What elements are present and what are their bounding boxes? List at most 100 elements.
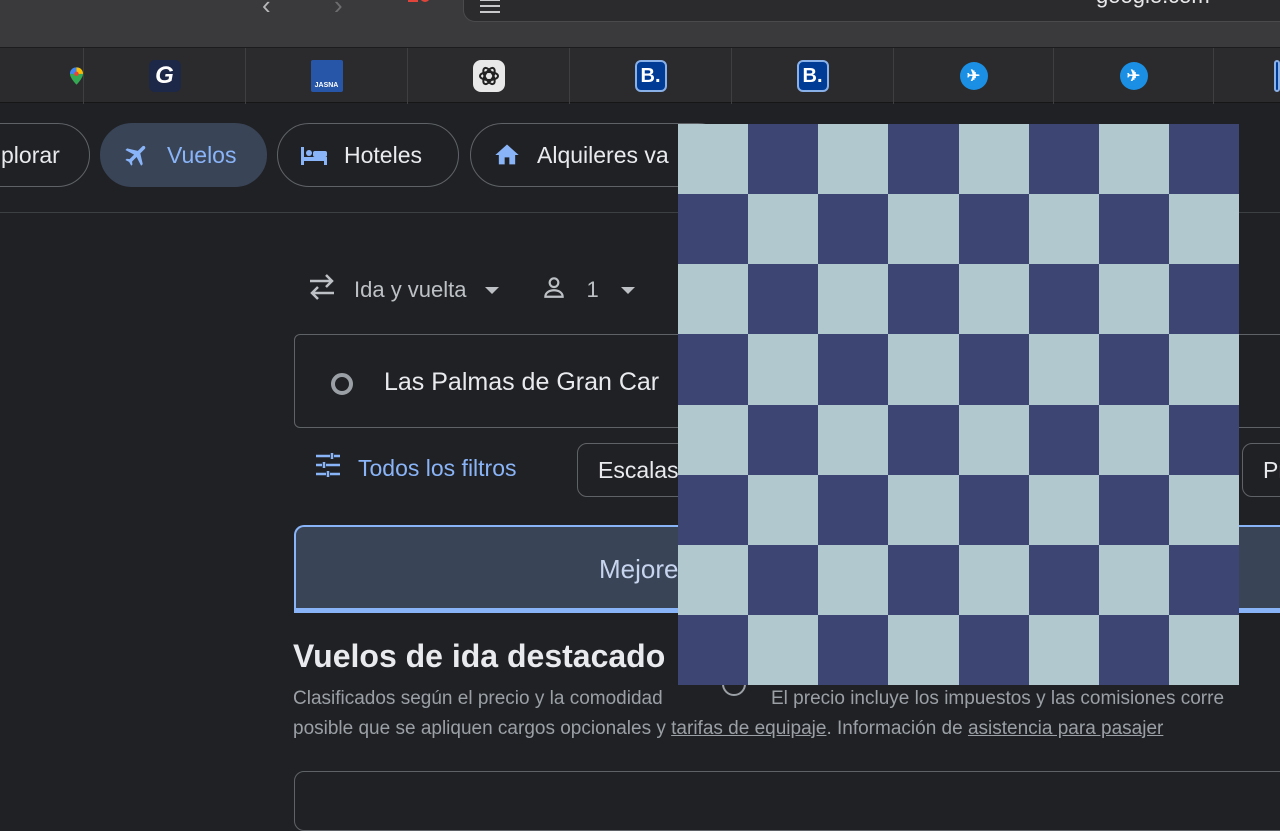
origin-value: Las Palmas de Gran Car [384,368,660,396]
all-filters-label: Todos los filtros [358,454,517,481]
checker-cell [888,614,959,685]
address-bar[interactable]: google.com [463,0,1280,22]
checker-cell [748,264,819,335]
passengers-select[interactable]: 1 [587,277,599,303]
extension-icon[interactable] [404,0,436,12]
checker-cell [818,124,889,195]
bookmark-jasna[interactable]: JASNA [245,48,407,104]
chevron-down-icon [484,286,499,294]
grammarly-icon: G [148,60,181,92]
checker-cell [1028,194,1099,265]
checker-cell [1028,404,1099,475]
bookmark-flights-2[interactable]: ✈ [1053,48,1213,104]
airplane-icon [121,139,153,171]
bookmark-flights-1[interactable]: ✈ [893,48,1053,104]
checker-cell [1098,474,1169,545]
url-text: google.com [1096,0,1210,9]
checker-cell [678,124,749,195]
bookmark-google-maps[interactable] [0,48,83,104]
checker-cell [678,614,749,685]
checker-cell [818,614,889,685]
checker-cell [1028,544,1099,615]
checker-cell [1098,124,1169,195]
swap-arrows-icon [306,273,338,307]
result-card[interactable] [294,771,1280,831]
checker-cell [888,334,959,405]
tab-label: plorar [1,141,60,168]
tab-explorar[interactable]: plorar [0,123,90,187]
page-menu-icon[interactable] [480,0,500,17]
bookmark-grammarly[interactable]: G [83,48,245,104]
checker-cell [1028,334,1099,405]
origin-circle-icon [331,373,353,395]
bookmark-chatgpt[interactable] [407,48,569,104]
booking-icon: B. [796,60,829,92]
checker-cell [958,544,1029,615]
chatgpt-icon [472,60,505,92]
price-filter-label: Pr [1263,457,1280,483]
checker-cell [888,404,959,475]
fees-note-text: posible que se apliquen cargos opcionale… [293,718,672,739]
booking-icon [1274,60,1280,92]
fees-note: posible que se apliquen cargos opcionale… [293,718,1163,740]
fees-note-text-2: . Información de [826,718,968,739]
checker-cell [1168,474,1239,545]
checker-cell [818,404,889,475]
checker-cell [1168,614,1239,685]
best-tab-label: Mejore [599,554,679,584]
checker-cell [748,194,819,265]
checkerboard-overlay [678,124,1239,685]
bookmark-booking-2[interactable]: B. [731,48,893,104]
checker-cell [678,334,749,405]
checker-cell [678,474,749,545]
assistance-link[interactable]: asistencia para pasajer [968,718,1163,739]
bookmark-booking-1[interactable]: B. [569,48,731,104]
person-icon [541,274,567,306]
checker-cell [1168,404,1239,475]
trip-type-select[interactable]: Ida y vuelta [354,277,467,303]
checker-cell [958,474,1029,545]
checker-cell [818,334,889,405]
checker-cell [748,334,819,405]
checker-cell [888,474,959,545]
checker-cell [1028,124,1099,195]
checker-cell [678,264,749,335]
bed-icon [298,139,330,171]
checker-cell [1168,194,1239,265]
checker-cell [818,544,889,615]
checker-cell [888,264,959,335]
checker-cell [888,124,959,195]
checker-cell [678,404,749,475]
trip-options: Ida y vuelta 1 [306,272,635,308]
checker-cell [958,404,1029,475]
checker-cell [958,614,1029,685]
tab-label: Hoteles [344,141,422,168]
checker-cell [958,194,1029,265]
ranking-note: Clasificados según el precio y la comodi… [293,688,663,709]
bookmark-more[interactable] [1213,48,1280,104]
price-filter-chip[interactable]: Pr [1242,443,1280,497]
checker-cell [1168,544,1239,615]
jasna-icon: JASNA [310,60,343,92]
all-filters-button[interactable]: Todos los filtros [314,452,517,484]
forward-arrow-icon[interactable]: › [334,0,343,21]
checker-cell [818,474,889,545]
checker-cell [678,194,749,265]
tab-hoteles[interactable]: Hoteles [277,123,459,187]
checker-cell [1028,614,1099,685]
checker-cell [1098,334,1169,405]
maps-pin-icon [70,67,83,85]
airplane-icon: ✈ [959,62,988,90]
tab-vuelos[interactable]: Vuelos [100,123,267,187]
checker-cell [748,124,819,195]
checker-cell [818,264,889,335]
checker-cell [1168,264,1239,335]
back-arrow-icon[interactable]: ‹ [262,0,271,21]
price-note: El precio incluye los impuestos y las co… [771,688,1225,709]
checker-cell [958,124,1029,195]
browser-toolbar: ‹ › google.com [0,0,1280,47]
checker-cell [888,194,959,265]
tune-icon [314,452,342,484]
baggage-fees-link[interactable]: tarifas de equipaje [671,718,826,739]
checker-cell [1098,404,1169,475]
